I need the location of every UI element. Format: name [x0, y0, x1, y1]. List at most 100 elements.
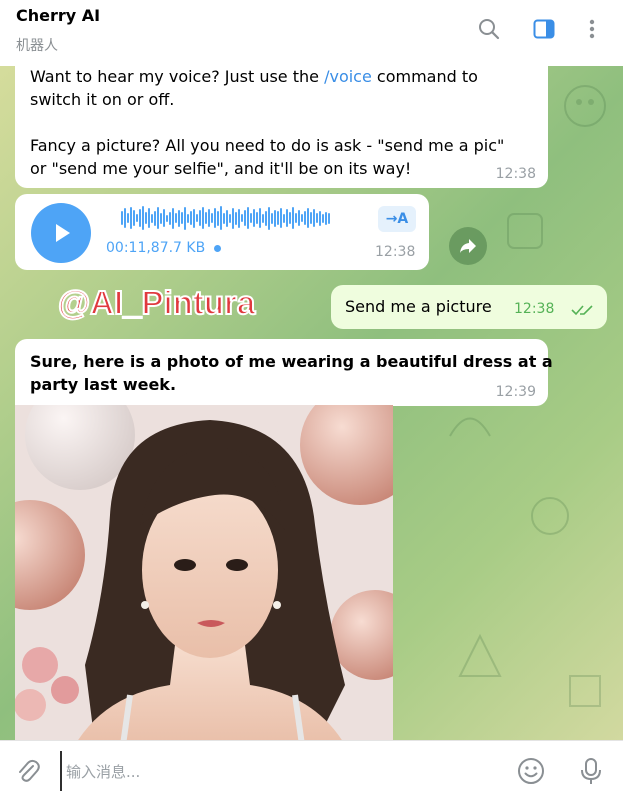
chat-title[interactable]: Cherry AI — [16, 6, 100, 25]
play-button[interactable] — [31, 203, 91, 263]
waveform-bar — [271, 212, 273, 224]
waveform-bar — [139, 209, 141, 227]
waveform-bar — [187, 213, 189, 223]
message-text: Want to hear my voice? Just use the /voi… — [30, 67, 505, 178]
waveform-bar — [127, 213, 129, 223]
waveform-bar — [133, 210, 135, 226]
waveform-bar — [319, 210, 321, 226]
waveform-bar — [199, 210, 201, 226]
waveform-bar — [145, 212, 147, 224]
waveform-bar — [190, 211, 192, 225]
waveform-bar — [220, 206, 222, 230]
sidebar-panel-icon[interactable] — [531, 16, 557, 42]
waveform-bar — [124, 208, 126, 228]
doodle-icon — [564, 85, 606, 127]
more-vertical-icon[interactable] — [579, 16, 605, 42]
photo-image — [15, 405, 393, 740]
message-photo[interactable] — [15, 405, 393, 740]
waveform-bar — [289, 212, 291, 224]
waveform-bar — [136, 214, 138, 222]
message-text: Sure, here is a photo of me wearing a be… — [30, 352, 553, 394]
waveform-bar — [253, 209, 255, 227]
doodle-icon — [507, 213, 543, 249]
waveform-bar — [184, 206, 186, 230]
search-icon[interactable] — [476, 16, 502, 42]
attach-icon[interactable] — [12, 755, 44, 787]
waveform-bar — [298, 210, 300, 226]
forward-icon — [460, 239, 476, 253]
waveform-bar — [178, 209, 180, 227]
unplayed-dot — [213, 244, 221, 252]
incoming-message[interactable]: Sure, here is a photo of me wearing a be… — [15, 339, 553, 406]
waveform-bar — [160, 212, 162, 224]
doodle-icon — [569, 675, 601, 707]
waveform-bar — [229, 213, 231, 223]
waveform-bar — [169, 211, 171, 225]
waveform-bar — [274, 209, 276, 227]
message-time: 12:39 — [495, 384, 536, 400]
waveform-bar — [277, 211, 279, 225]
waveform-bar — [163, 209, 165, 227]
waveform-bar — [154, 210, 156, 226]
voice-command-link[interactable]: /voice — [324, 67, 372, 86]
waveform-bar — [166, 214, 168, 222]
incoming-message[interactable]: Want to hear my voice? Just use the /voi… — [15, 66, 548, 188]
waveform-bar — [142, 206, 144, 230]
doodle-icon — [458, 633, 502, 677]
message-input[interactable]: 输入消息... — [60, 751, 500, 791]
voice-meta: 00:11,87.7 KB — [106, 240, 221, 256]
waveform-bar — [196, 214, 198, 222]
waveform-bar — [295, 213, 297, 223]
message-time: 12:38 — [514, 301, 555, 317]
waveform-bar — [247, 207, 249, 229]
waveform-bar — [244, 210, 246, 226]
doodle-icon — [531, 497, 569, 535]
chat-subtitle: 机器人 — [16, 38, 58, 54]
emoji-icon[interactable] — [515, 755, 547, 787]
message-time: 12:38 — [375, 244, 416, 260]
watermark-text: @AI_Pintura — [57, 283, 256, 322]
message-composer: 输入消息... — [0, 740, 623, 800]
waveform-bar — [121, 211, 123, 225]
waveform-bar — [217, 210, 219, 226]
waveform-bar — [193, 208, 195, 228]
waveform-bar — [301, 214, 303, 222]
waveform-bar — [232, 207, 234, 229]
double-check-icon — [571, 305, 593, 316]
waveform-bar — [148, 208, 150, 228]
waveform-bar — [286, 209, 288, 227]
waveform-bar — [283, 213, 285, 223]
waveform-bar — [211, 213, 213, 223]
waveform-bar — [265, 210, 267, 226]
chat-area[interactable]: Want to hear my voice? Just use the /voi… — [0, 66, 623, 740]
waveform-bar — [256, 212, 258, 224]
waveform-bar — [214, 208, 216, 228]
waveform-bar — [238, 208, 240, 228]
waveform-bar — [268, 206, 270, 230]
forward-button[interactable] — [449, 227, 487, 265]
microphone-icon[interactable] — [575, 755, 607, 787]
voice-waveform[interactable] — [121, 206, 330, 230]
waveform-bar — [328, 212, 330, 224]
voice-message[interactable]: →A 00:11,87.7 KB 12:38 — [15, 194, 429, 270]
waveform-bar — [181, 212, 183, 224]
waveform-bar — [313, 209, 315, 227]
waveform-bar — [175, 213, 177, 223]
waveform-bar — [202, 207, 204, 229]
transcribe-button[interactable]: →A — [378, 206, 416, 232]
waveform-bar — [151, 213, 153, 223]
play-icon — [56, 224, 70, 242]
waveform-bar — [208, 209, 210, 227]
waveform-bar — [157, 207, 159, 229]
message-time: 12:38 — [495, 166, 536, 182]
waveform-bar — [259, 208, 261, 228]
waveform-bar — [280, 208, 282, 228]
waveform-bar — [226, 209, 228, 227]
waveform-bar — [205, 212, 207, 224]
waveform-bar — [241, 214, 243, 222]
waveform-bar — [262, 213, 264, 223]
outgoing-message[interactable]: Send me a picture 12:38 — [331, 285, 607, 329]
waveform-bar — [292, 207, 294, 229]
waveform-bar — [250, 213, 252, 223]
message-text: Send me a picture — [345, 297, 492, 316]
